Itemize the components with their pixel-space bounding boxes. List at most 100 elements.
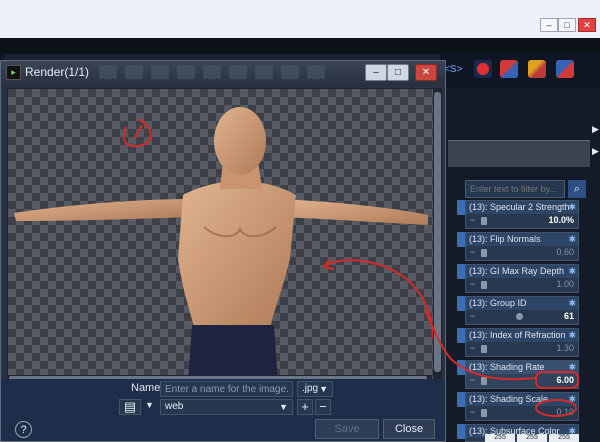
close-button[interactable]: Close <box>383 419 435 439</box>
ghost-tool-icon <box>229 65 247 79</box>
ghost-tool-icon <box>177 65 195 79</box>
ghost-tool-icon <box>99 65 117 79</box>
annotation-mark <box>133 124 143 140</box>
render-iray-icon[interactable] <box>528 60 546 78</box>
property-index-of-refraction[interactable]: (13): Index of Refraction ✱ − 1.30 <box>465 328 579 357</box>
slider-knob[interactable] <box>481 249 487 257</box>
host-minimize-button[interactable]: – <box>540 18 558 32</box>
property-value[interactable]: 1.00 <box>556 279 574 289</box>
gear-icon[interactable]: ✱ <box>568 361 576 374</box>
ghost-tool-icon <box>255 65 273 79</box>
search-icon[interactable]: ⌕ <box>568 180 586 198</box>
property-label: (13): Specular 2 Strength <box>469 202 570 212</box>
property-value[interactable]: 6.00 <box>556 375 574 385</box>
slider-knob[interactable] <box>481 345 487 353</box>
help-button[interactable]: ? <box>15 421 32 438</box>
color-channel-b[interactable]: 255 <box>549 434 579 442</box>
slider-knob[interactable] <box>481 217 487 225</box>
preset-dropdown[interactable]: web ▼ <box>160 399 293 415</box>
render-canvas[interactable] <box>7 88 434 383</box>
chevron-down-icon: ▼ <box>279 402 288 412</box>
shorts <box>188 325 278 382</box>
ghost-tool-icon <box>203 65 221 79</box>
ghost-tool-icon <box>307 65 325 79</box>
slider-knob[interactable] <box>481 409 487 417</box>
render-settings-icon[interactable] <box>500 60 518 78</box>
host-toolbar-text: <S> <box>444 64 463 75</box>
preset-value: web <box>165 401 184 412</box>
ghost-tool-icon <box>281 65 299 79</box>
property-label: (13): GI Max Ray Depth <box>469 266 565 276</box>
slider-knob[interactable] <box>481 377 487 385</box>
property-label: (13): Shading Rate <box>469 362 545 372</box>
property-shading-scale[interactable]: (13): Shading Scale ✱ − 0.10 <box>465 392 579 421</box>
property-value[interactable]: 0.60 <box>556 247 574 257</box>
gear-icon[interactable]: ✱ <box>568 201 576 214</box>
canvas-vertical-scrollbar[interactable] <box>433 88 442 381</box>
add-preset-button[interactable]: + <box>297 399 313 415</box>
render-window: ▸ Render(1/1) – □ ✕ Name: Enter a name … <box>0 60 446 442</box>
head <box>214 107 266 175</box>
minus-icon[interactable]: − <box>470 375 475 385</box>
torso <box>178 181 296 331</box>
color-channel-r[interactable]: 255 <box>485 434 515 442</box>
render-window-title: Render(1/1) <box>25 65 90 79</box>
gear-icon[interactable]: ✱ <box>568 233 576 246</box>
subsurface-color-values[interactable]: 255 255 255 <box>485 434 579 442</box>
minus-icon[interactable]: − <box>470 247 475 257</box>
property-label: (13): Flip Normals <box>469 234 541 244</box>
remove-preset-button[interactable]: − <box>315 399 331 415</box>
slider-knob[interactable] <box>516 313 523 320</box>
gear-icon[interactable]: ✱ <box>568 265 576 278</box>
property-flip-normals[interactable]: (13): Flip Normals ✱ − 0.60 <box>465 232 579 261</box>
render-spot-icon[interactable] <box>556 60 574 78</box>
render-record-icon[interactable] <box>474 60 492 78</box>
format-dropdown[interactable]: .jpg ▼ <box>297 381 333 397</box>
parameters-tab-header <box>448 140 590 167</box>
folder-icon[interactable]: ▤ <box>119 399 141 415</box>
property-specular-2-strength[interactable]: (13): Specular 2 Strength ✱ − 10.0% <box>465 200 579 229</box>
property-value[interactable]: 61 <box>564 311 574 321</box>
panel-arrow-up-icon[interactable]: ▶ <box>592 118 599 140</box>
minus-icon[interactable]: − <box>470 311 475 321</box>
ghost-tool-icon <box>125 65 143 79</box>
image-name-input[interactable] <box>160 381 293 397</box>
slider-knob[interactable] <box>481 281 487 289</box>
host-close-button[interactable]: ✕ <box>578 18 596 32</box>
gear-icon[interactable]: ✱ <box>568 393 576 406</box>
minus-icon[interactable]: − <box>470 407 475 417</box>
minus-icon[interactable]: − <box>470 343 475 353</box>
chevron-down-icon[interactable]: ▼ <box>145 400 154 410</box>
chevron-down-icon: ▼ <box>319 384 328 394</box>
property-label: (13): Group ID <box>469 298 527 308</box>
annotation-arrow <box>323 259 433 340</box>
property-value[interactable]: 10.0% <box>548 215 574 225</box>
gear-icon[interactable]: ✱ <box>568 297 576 310</box>
render-image <box>14 107 433 382</box>
minus-icon[interactable]: − <box>470 279 475 289</box>
render-minimize-button[interactable]: – <box>365 64 387 81</box>
save-button[interactable]: Save <box>315 419 379 439</box>
render-close-button[interactable]: ✕ <box>415 64 437 81</box>
left-arm <box>14 199 190 221</box>
minus-icon[interactable]: − <box>470 215 475 225</box>
property-filter-input[interactable] <box>465 180 565 198</box>
property-shading-rate[interactable]: (13): Shading Rate ✱ − 6.00 <box>465 360 579 389</box>
panel-arrow-down-icon[interactable]: ▶ <box>592 140 599 162</box>
format-value: .jpg <box>302 383 319 394</box>
host-maximize-button[interactable]: □ <box>558 18 576 32</box>
host-menu-strip <box>0 38 600 54</box>
property-value[interactable]: 0.10 <box>556 407 574 417</box>
property-value[interactable]: 1.30 <box>556 343 574 353</box>
color-channel-g[interactable]: 255 <box>517 434 547 442</box>
render-window-icon: ▸ <box>6 65 21 80</box>
right-arm <box>278 199 428 225</box>
host-window-titlebar <box>0 0 600 39</box>
property-label: (13): Shading Scale <box>469 394 549 404</box>
property-label: (13): Index of Refraction <box>469 330 566 340</box>
render-maximize-button[interactable]: □ <box>387 64 409 81</box>
gear-icon[interactable]: ✱ <box>568 329 576 342</box>
panel-expand-arrows[interactable]: ▶ ▶ <box>592 118 599 162</box>
property-gi-max-ray-depth[interactable]: (13): GI Max Ray Depth ✱ − 1.00 <box>465 264 579 293</box>
property-group-id[interactable]: (13): Group ID ✱ − 61 <box>465 296 579 325</box>
